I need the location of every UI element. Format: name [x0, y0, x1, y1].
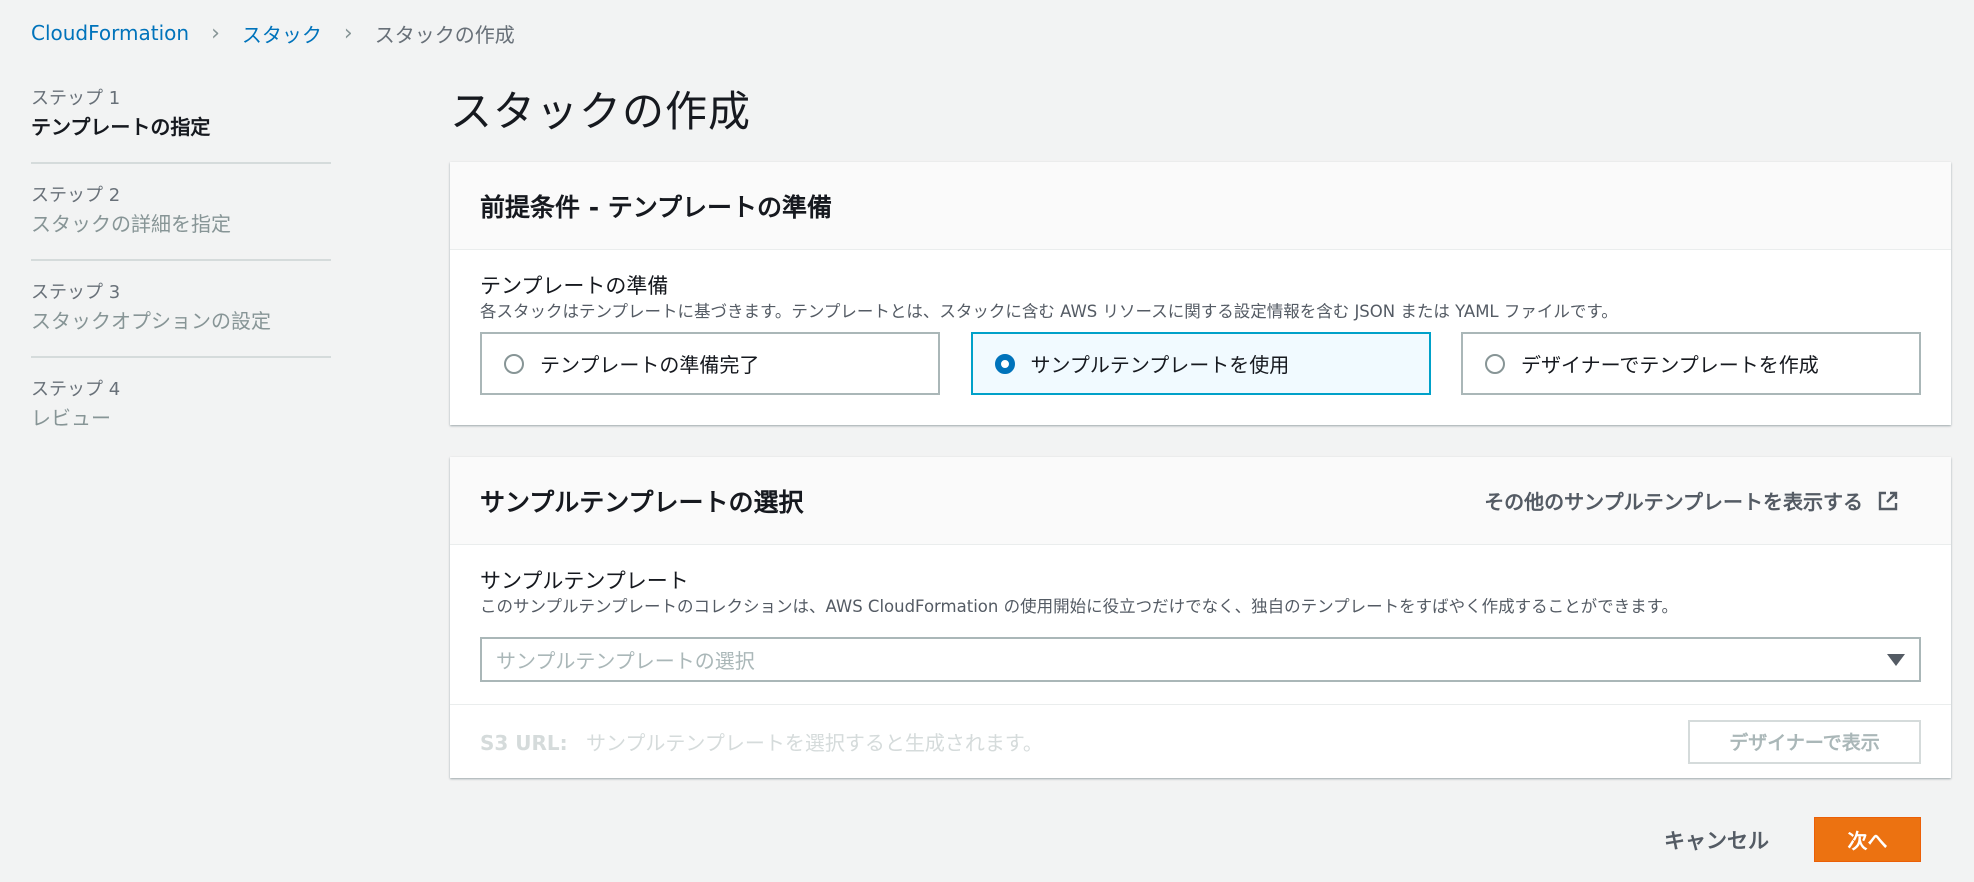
sample-template-select[interactable]: サンプルテンプレートの選択	[480, 637, 1921, 682]
more-sample-templates-link[interactable]: その他のサンプルテンプレートを表示する	[1484, 486, 1899, 515]
next-button[interactable]: 次へ	[1814, 817, 1921, 862]
panel-title: 前提条件 - テンプレートの準備	[480, 192, 833, 222]
step-number: ステップ 1	[31, 88, 121, 109]
panel-header: サンプルテンプレートの選択 その他のサンプルテンプレートを表示する	[450, 457, 1951, 545]
step-4: ステップ 4 レビュー	[31, 377, 331, 453]
option-template-ready[interactable]: テンプレートの準備完了	[480, 332, 940, 395]
field-description: このサンプルテンプレートのコレクションは、AWS CloudFormation …	[480, 597, 1678, 616]
field-label: テンプレートの準備	[480, 274, 669, 298]
page-title: スタックの作成	[450, 87, 752, 136]
radio-selected-icon	[994, 353, 1015, 374]
caret-down-icon	[1887, 653, 1905, 666]
wizard-actions: キャンセル 次へ	[1664, 817, 1921, 862]
option-label: サンプルテンプレートを使用	[1030, 353, 1290, 377]
s3-url: S3 URL: サンプルテンプレートを選択すると生成されます。	[480, 727, 1043, 756]
external-link-icon	[1878, 491, 1898, 510]
panel-header: 前提条件 - テンプレートの準備	[450, 162, 1951, 250]
s3-url-row: S3 URL: サンプルテンプレートを選択すると生成されます。 デザイナーで表示	[450, 704, 1951, 778]
breadcrumb-stacks[interactable]: スタック	[242, 19, 322, 48]
option-create-in-designer[interactable]: デザイナーでテンプレートを作成	[1461, 332, 1921, 395]
step-number: ステップ 3	[31, 282, 121, 303]
radio-icon	[504, 353, 524, 374]
step-number: ステップ 4	[31, 379, 121, 400]
step-3: ステップ 3 スタックオプションの設定	[31, 280, 331, 358]
chevron-right-icon: ›	[211, 20, 220, 46]
select-placeholder: サンプルテンプレートの選択	[496, 649, 755, 673]
view-in-designer-button[interactable]: デザイナーで表示	[1688, 719, 1921, 764]
step-title: スタックオプションの設定	[31, 309, 271, 333]
breadcrumb: CloudFormation › スタック › スタックの作成	[31, 18, 515, 48]
prerequisite-panel: 前提条件 - テンプレートの準備 テンプレートの準備 各スタックはテンプレートに…	[450, 162, 1951, 425]
step-title: テンプレートの指定	[31, 115, 211, 139]
chevron-right-icon: ›	[343, 20, 353, 46]
breadcrumb-current: スタックの作成	[374, 22, 515, 47]
s3-url-value: サンプルテンプレートを選択すると生成されます。	[586, 731, 1043, 755]
breadcrumb-cloudformation[interactable]: CloudFormation	[31, 21, 189, 45]
template-source-options: テンプレートの準備完了 サンプルテンプレートを使用 デザイナーでテンプレートを作…	[480, 332, 1921, 395]
link-label: その他のサンプルテンプレートを表示する	[1484, 490, 1863, 514]
wizard-steps: ステップ 1 テンプレートの指定 ステップ 2 スタックの詳細を指定 ステップ …	[31, 86, 331, 472]
field-label: サンプルテンプレート	[480, 569, 689, 593]
s3-url-label: S3 URL:	[480, 731, 568, 755]
panel-body: テンプレートの準備 各スタックはテンプレートに基づきます。テンプレートとは、スタ…	[450, 250, 1951, 425]
step-1: ステップ 1 テンプレートの指定	[31, 86, 331, 164]
step-2: ステップ 2 スタックの詳細を指定	[31, 183, 331, 261]
step-number: ステップ 2	[31, 185, 121, 206]
option-label: デザイナーでテンプレートを作成	[1521, 353, 1819, 377]
cancel-button[interactable]: キャンセル	[1664, 825, 1769, 855]
field-description: 各スタックはテンプレートに基づきます。テンプレートとは、スタックに含む AWS …	[480, 302, 1618, 321]
sample-template-panel: サンプルテンプレートの選択 その他のサンプルテンプレートを表示する サンプルテン…	[450, 457, 1951, 778]
panel-body: サンプルテンプレート このサンプルテンプレートのコレクションは、AWS Clou…	[450, 545, 1951, 704]
step-title: スタックの詳細を指定	[31, 212, 231, 236]
option-label: テンプレートの準備完了	[540, 353, 760, 377]
option-use-sample-template[interactable]: サンプルテンプレートを使用	[970, 332, 1431, 395]
step-title: レビュー	[31, 406, 111, 430]
panel-title: サンプルテンプレートの選択	[480, 487, 804, 517]
radio-icon	[1485, 353, 1505, 374]
